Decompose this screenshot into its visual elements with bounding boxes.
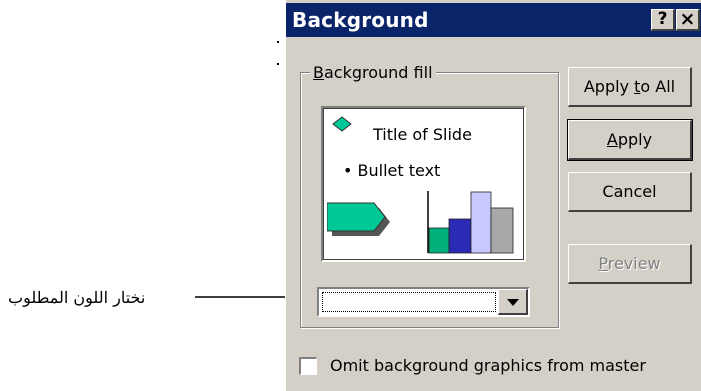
fill-color-dropdown[interactable]: [317, 287, 530, 317]
arrow-shape-icon: [327, 202, 390, 236]
stray-mark: [277, 41, 279, 43]
stray-mark: [277, 63, 279, 65]
preview-bullet-text: • Bullet text: [343, 161, 441, 180]
help-button[interactable]: ?: [651, 9, 675, 31]
apply-button[interactable]: Apply: [567, 119, 693, 161]
bar-chart-icon: [427, 191, 514, 254]
cancel-button[interactable]: Cancel: [568, 172, 692, 212]
dialog-title: Background: [292, 8, 429, 32]
background-fill-label: Background fill: [310, 63, 436, 82]
slide-preview: Title of Slide • Bullet text: [321, 106, 526, 262]
preview-title-text: Title of Slide: [373, 125, 472, 144]
background-dialog: Background ? × Background fill Title of …: [285, 0, 701, 391]
diamond-bullet-icon: [332, 116, 352, 132]
apply-to-all-button[interactable]: Apply to All: [568, 67, 692, 107]
omit-graphics-label[interactable]: Omit background graphics from master: [330, 356, 646, 375]
omit-graphics-checkbox[interactable]: [299, 357, 317, 375]
annotation-text: نختار اللون المطلوب: [8, 288, 146, 307]
close-button[interactable]: ×: [676, 9, 700, 31]
fill-color-value: [322, 292, 496, 312]
title-bar[interactable]: Background ? ×: [286, 3, 701, 37]
preview-button[interactable]: Preview: [568, 244, 692, 284]
dropdown-button[interactable]: [498, 289, 528, 315]
chevron-down-icon: [507, 299, 519, 306]
